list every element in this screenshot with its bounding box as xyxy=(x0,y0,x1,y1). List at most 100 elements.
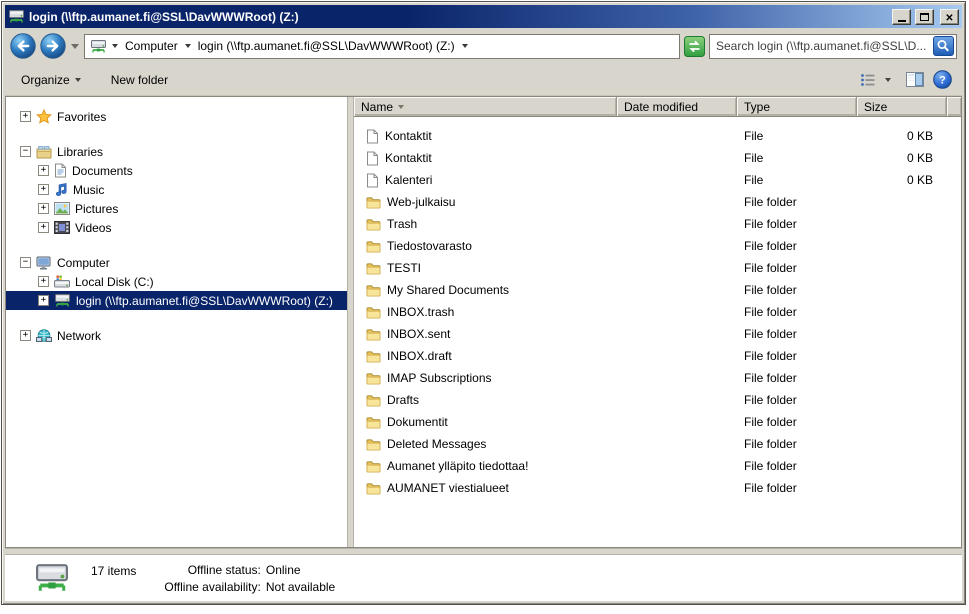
address-bar[interactable]: Computer login (\\ftp.aumanet.fi@SSL\Dav… xyxy=(84,34,680,59)
tree-item-videos[interactable]: +Videos xyxy=(6,218,347,237)
file-row[interactable]: INBOX.draftFile folder xyxy=(354,345,961,367)
breadcrumb-arrow-icon[interactable] xyxy=(185,44,191,48)
expand-icon[interactable]: + xyxy=(38,276,49,287)
file-icon xyxy=(366,173,379,188)
file-name-cell[interactable]: Kalenteri xyxy=(354,173,617,188)
expand-icon[interactable]: + xyxy=(20,330,31,341)
file-name-cell[interactable]: Dokumentit xyxy=(354,415,617,429)
pane-splitter[interactable] xyxy=(347,97,354,547)
column-header-date-modified[interactable]: Date modified xyxy=(617,97,737,116)
column-header-type[interactable]: Type xyxy=(737,97,857,116)
file-row[interactable]: TiedostovarastoFile folder xyxy=(354,235,961,257)
file-name-cell[interactable]: Kontaktit xyxy=(354,129,617,144)
file-name-cell[interactable]: INBOX.draft xyxy=(354,349,617,363)
column-headers: Name Date modified Type Size xyxy=(354,97,961,117)
file-name-cell[interactable]: Deleted Messages xyxy=(354,437,617,451)
title-bar[interactable]: login (\\ftp.aumanet.fi@SSL\DavWWWRoot) … xyxy=(5,5,962,28)
item-count: 17 items xyxy=(91,563,136,578)
folder-icon xyxy=(366,284,381,297)
file-name-cell[interactable]: INBOX.trash xyxy=(354,305,617,319)
search-box[interactable]: Search login (\\ftp.aumanet.fi@SSL\D... xyxy=(709,34,957,59)
file-name-cell[interactable]: INBOX.sent xyxy=(354,327,617,341)
file-row[interactable]: Deleted Messages File folder xyxy=(354,433,961,455)
file-row[interactable]: IMAP Subscriptions File folder xyxy=(354,367,961,389)
file-row[interactable]: KalenteriFile0 KB xyxy=(354,169,961,191)
tree-item-label: Documents xyxy=(72,164,133,178)
breadcrumb-computer[interactable]: Computer xyxy=(123,38,180,54)
tree-item-music[interactable]: +Music xyxy=(6,180,347,199)
file-name-cell[interactable]: TESTI xyxy=(354,261,617,275)
tree-item-pictures[interactable]: + Pictures xyxy=(6,199,347,218)
file-type-cell: File folder xyxy=(737,371,857,385)
preview-pane-icon[interactable] xyxy=(906,72,924,87)
back-button[interactable] xyxy=(10,33,36,59)
file-row[interactable]: INBOX.trashFile folder xyxy=(354,301,961,323)
command-toolbar: Organize New folder ? xyxy=(5,64,962,96)
tree-item-label: Pictures xyxy=(75,202,118,216)
file-row[interactable]: DokumentitFile folder xyxy=(354,411,961,433)
expand-icon[interactable]: + xyxy=(38,165,49,176)
file-name-cell[interactable]: Tiedostovarasto xyxy=(354,239,617,253)
expand-icon[interactable]: + xyxy=(38,222,49,233)
column-header-size[interactable]: Size xyxy=(857,97,947,116)
forward-button[interactable] xyxy=(40,33,66,59)
column-header-name[interactable]: Name xyxy=(354,97,617,116)
pictures-icon xyxy=(54,202,70,215)
tree-item-libraries[interactable]: −Libraries xyxy=(6,142,347,161)
file-row[interactable]: AUMANET viestialueetFile folder xyxy=(354,477,961,499)
tree-item-computer[interactable]: −Computer xyxy=(6,253,347,272)
breadcrumb-arrow-icon[interactable] xyxy=(462,44,468,48)
file-name: TESTI xyxy=(387,261,421,275)
views-icon[interactable] xyxy=(860,73,876,87)
file-name-cell[interactable]: My Shared Documents xyxy=(354,283,617,297)
expand-icon[interactable]: + xyxy=(20,111,31,122)
file-name: Trash xyxy=(387,217,417,231)
tree-item-documents[interactable]: + Documents xyxy=(6,161,347,180)
file-row[interactable]: TESTIFile folder xyxy=(354,257,961,279)
file-row[interactable]: TrashFile folder xyxy=(354,213,961,235)
recent-pages-dropdown[interactable] xyxy=(71,44,79,49)
file-type-cell: File folder xyxy=(737,437,857,451)
file-type-cell: File folder xyxy=(737,393,857,407)
file-name: IMAP Subscriptions xyxy=(387,371,492,385)
tree-spacer xyxy=(6,126,347,142)
views-dropdown-icon[interactable] xyxy=(885,78,891,82)
close-button[interactable] xyxy=(940,9,959,25)
address-row: Computer login (\\ftp.aumanet.fi@SSL\Dav… xyxy=(5,28,962,64)
file-name-cell[interactable]: Kontaktit xyxy=(354,151,617,166)
file-name-cell[interactable]: Aumanet ylläpito tiedottaa! xyxy=(354,459,617,473)
organize-label: Organize xyxy=(21,73,70,87)
file-name-cell[interactable]: Trash xyxy=(354,217,617,231)
expand-icon[interactable]: + xyxy=(38,295,49,306)
file-name-cell[interactable]: IMAP Subscriptions xyxy=(354,371,617,385)
file-row[interactable]: Drafts File folder xyxy=(354,389,961,411)
tree-item-favorites[interactable]: +Favorites xyxy=(6,107,347,126)
maximize-button[interactable] xyxy=(915,9,934,25)
collapse-icon[interactable]: − xyxy=(20,146,31,157)
minimize-button[interactable] xyxy=(892,9,911,25)
file-row[interactable]: KontaktitFile0 KB xyxy=(354,147,961,169)
breadcrumb-current-folder[interactable]: login (\\ftp.aumanet.fi@SSL\DavWWWRoot) … xyxy=(196,38,457,54)
file-row[interactable]: Aumanet ylläpito tiedottaa!File folder xyxy=(354,455,961,477)
tree-item-local-disk-c[interactable]: +Local Disk (C:) xyxy=(6,272,347,291)
file-name-cell[interactable]: Drafts xyxy=(354,393,617,407)
refresh-button[interactable] xyxy=(684,36,705,57)
tree-item-network[interactable]: +Network xyxy=(6,326,347,345)
file-row[interactable]: KontaktitFile0 KB xyxy=(354,125,961,147)
help-icon[interactable]: ? xyxy=(933,70,952,89)
file-row[interactable]: INBOX.sentFile folder xyxy=(354,323,961,345)
close-icon xyxy=(945,9,953,25)
folder-icon xyxy=(366,218,381,231)
file-name-cell[interactable]: Web-julkaisu xyxy=(354,195,617,209)
new-folder-button[interactable]: New folder xyxy=(105,69,174,91)
organize-button[interactable]: Organize xyxy=(15,69,87,91)
tree-item-login-ftp-aumanet-fi-ssl-davwwwroot-z[interactable]: +login (\\ftp.aumanet.fi@SSL\DavWWWRoot)… xyxy=(6,291,347,310)
search-button[interactable] xyxy=(933,36,954,56)
file-name-cell[interactable]: AUMANET viestialueet xyxy=(354,481,617,495)
breadcrumb-arrow-icon[interactable] xyxy=(112,44,118,48)
file-row[interactable]: My Shared DocumentsFile folder xyxy=(354,279,961,301)
expand-icon[interactable]: + xyxy=(38,184,49,195)
collapse-icon[interactable]: − xyxy=(20,257,31,268)
expand-icon[interactable]: + xyxy=(38,203,49,214)
file-row[interactable]: Web-julkaisuFile folder xyxy=(354,191,961,213)
